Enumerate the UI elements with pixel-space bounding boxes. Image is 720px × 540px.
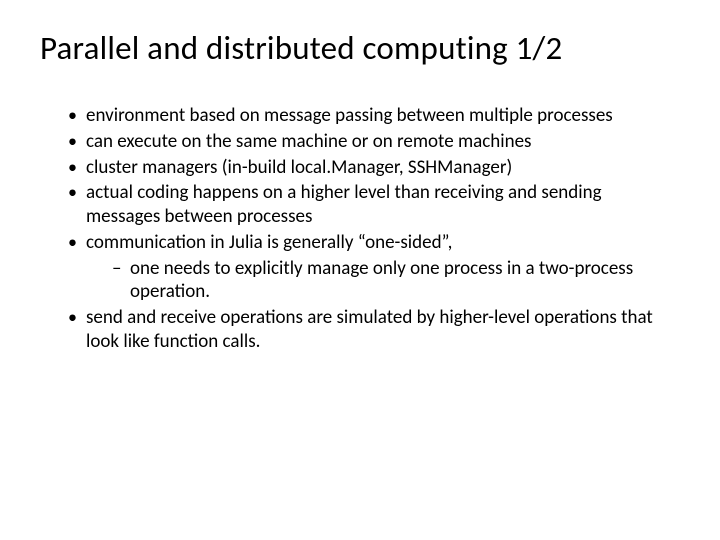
list-item: send and receive operations are simulate… xyxy=(68,306,680,354)
sub-bullet-text: one needs to explicitly manage only one … xyxy=(130,257,633,304)
bullet-text: actual coding happens on a higher level … xyxy=(86,181,602,228)
bullet-text: communication in Julia is generally “one… xyxy=(86,231,452,254)
slide: Parallel and distributed computing 1/2 e… xyxy=(0,0,720,540)
list-item: can execute on the same machine or on re… xyxy=(68,130,680,154)
bullet-text: cluster managers (in-build local.Manager… xyxy=(86,156,512,179)
list-item: actual coding happens on a higher level … xyxy=(68,181,680,229)
bullet-text: send and receive operations are simulate… xyxy=(86,306,653,353)
bullet-list: environment based on message passing bet… xyxy=(40,104,680,354)
bullet-text: environment based on message passing bet… xyxy=(86,104,613,127)
list-item: environment based on message passing bet… xyxy=(68,104,680,128)
page-title: Parallel and distributed computing 1/2 xyxy=(40,28,680,68)
list-item: cluster managers (in-build local.Manager… xyxy=(68,156,680,180)
sub-list: one needs to explicitly manage only one … xyxy=(86,257,680,305)
list-item: communication in Julia is generally “one… xyxy=(68,231,680,304)
sub-list-item: one needs to explicitly manage only one … xyxy=(112,257,680,305)
bullet-text: can execute on the same machine or on re… xyxy=(86,130,531,153)
